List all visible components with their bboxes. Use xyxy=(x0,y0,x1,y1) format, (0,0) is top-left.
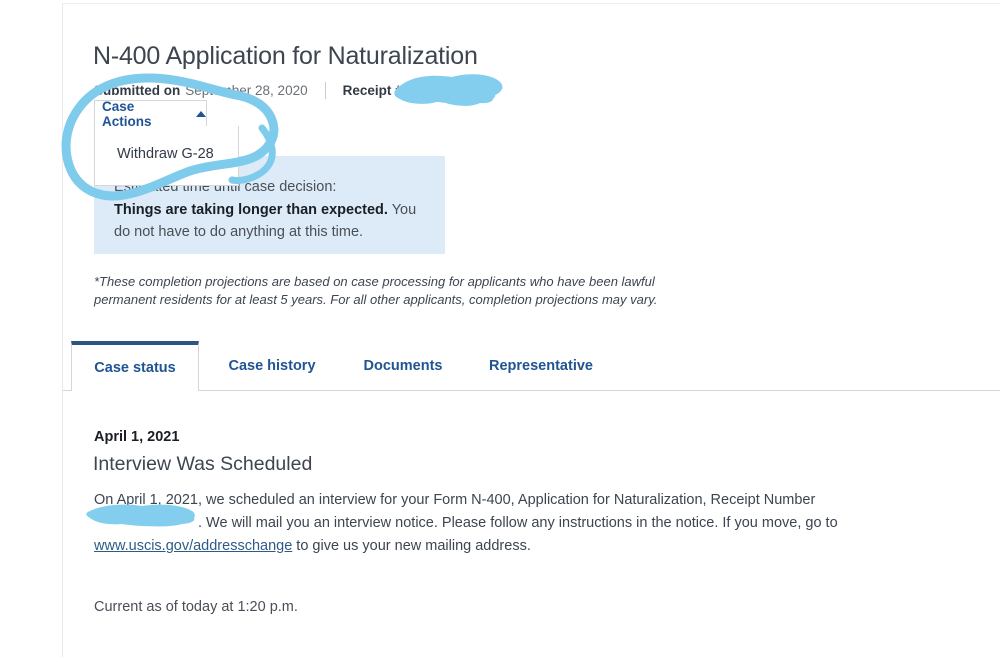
case-actions-label: Case Actions xyxy=(102,98,152,129)
receipt-number-label: Receipt # xyxy=(342,83,403,98)
info-box-emphasis: Things are taking longer than expected. xyxy=(114,202,388,218)
submitted-on-date: September 28, 2020 xyxy=(185,83,308,98)
event-date: April 1, 2021 xyxy=(94,429,180,445)
tab-case-history[interactable]: Case history xyxy=(211,341,333,391)
tab-case-history-label: Case history xyxy=(228,358,316,374)
tab-representative[interactable]: Representative xyxy=(471,341,611,391)
tab-case-status-label: Case status xyxy=(94,360,176,376)
case-actions-menu: Withdraw G-28 xyxy=(94,126,239,186)
tab-documents-label: Documents xyxy=(363,358,443,374)
projection-disclaimer: *These completion projections are based … xyxy=(94,274,658,307)
page-title: N-400 Application for Naturalization xyxy=(93,42,478,70)
current-as-of-text: Current as of today at 1:20 p.m. xyxy=(94,599,298,615)
menu-item-withdraw-g28[interactable]: Withdraw G-28 xyxy=(117,146,214,162)
redacted-receipt-number-inline xyxy=(94,515,198,528)
caret-up-icon xyxy=(196,110,206,117)
info-box-line-2: Things are taking longer than expected. … xyxy=(114,199,423,243)
meta-separator xyxy=(324,82,326,99)
event-description: On April 1, 2021, we scheduled an interv… xyxy=(94,489,889,558)
submitted-on-label: Submitted on xyxy=(94,83,181,98)
event-description-part-1: On April 1, 2021, we scheduled an interv… xyxy=(94,492,816,508)
tab-case-status[interactable]: Case status xyxy=(71,341,199,392)
page-left-gutter xyxy=(0,0,62,657)
case-detail-card: N-400 Application for Naturalization Sub… xyxy=(62,3,1000,657)
case-actions-button[interactable]: Case Actions xyxy=(94,98,207,129)
address-change-link[interactable]: www.uscis.gov/addresschange xyxy=(94,538,292,554)
event-description-part-3: to give us your new mailing address. xyxy=(292,538,531,554)
tab-documents[interactable]: Documents xyxy=(347,341,459,391)
uscis-case-status-page: N-400 Application for Naturalization Sub… xyxy=(0,0,1000,657)
event-title: Interview Was Scheduled xyxy=(93,453,313,475)
case-tabs: Case status Case history Documents Repre… xyxy=(63,338,1000,392)
event-description-part-2: . We will mail you an interview notice. … xyxy=(198,515,838,531)
tab-representative-label: Representative xyxy=(489,358,593,374)
case-meta-row: Submitted on September 28, 2020 Receipt … xyxy=(94,82,403,99)
